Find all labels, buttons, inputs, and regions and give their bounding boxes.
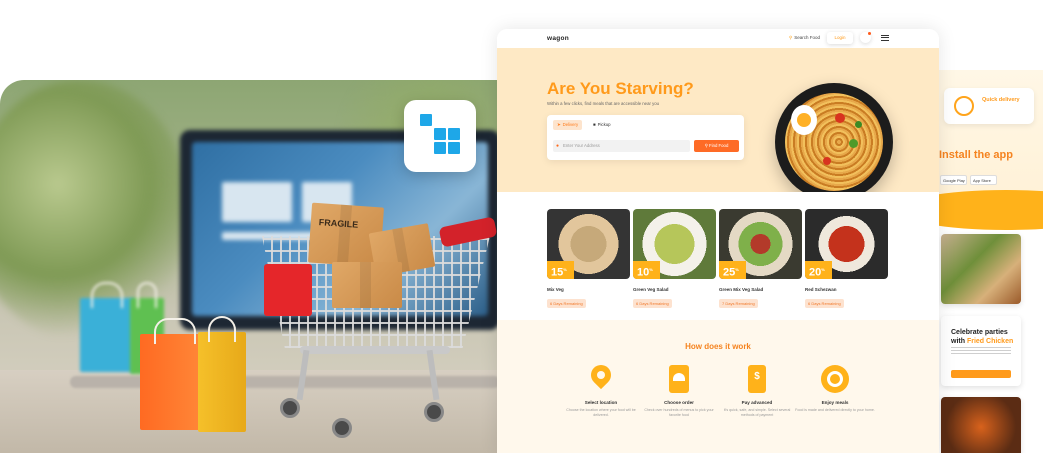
shopping-bag-blue (80, 282, 134, 372)
quick-delivery-badge: Quick delivery (944, 88, 1034, 124)
cart-wheel (280, 398, 300, 418)
shopping-bag-yellow (198, 316, 246, 432)
install-app-heading: Install the app (939, 149, 1013, 161)
celebrate-heading: Celebrate parties with Fried Chicken (951, 329, 1014, 345)
remaining-badge: 6 Days Remaining (633, 299, 672, 308)
dish-image (941, 397, 1021, 453)
delivery-icon: ➤ (557, 122, 561, 127)
remaining-badge: 7 Days Remaining (719, 299, 758, 308)
find-food-button[interactable]: ⚲ Find Food (694, 140, 739, 152)
step-choose-order: Choose order Check over hundreds of menu… (639, 365, 719, 418)
search-icon: ⚲ (789, 35, 793, 40)
deals-section: 15% Mix Veg 6 Days Remaining 10% Green V… (497, 192, 939, 320)
step-enjoy-meals: Enjoy meals Food is made and delivered d… (795, 365, 875, 413)
website-mockup: wagon ⚲ Search Food Login Are You Starvin… (497, 29, 939, 453)
remaining-badge: 6 Days Remaining (805, 299, 844, 308)
food-card[interactable]: 25% Green Mix Veg Salad 7 Days Remaining (719, 209, 802, 310)
app-logo-tile (404, 100, 476, 172)
brand-logo[interactable]: wagon (547, 35, 569, 42)
food-card[interactable]: 10% Green Veg Salad 6 Days Remaining (633, 209, 716, 310)
location-pin-icon (586, 360, 616, 393)
food-card[interactable]: 20% Red Schezwan 6 Days Remaining (805, 209, 888, 310)
menu-icon[interactable] (881, 35, 889, 41)
login-button[interactable]: Login (827, 32, 853, 44)
meal-icon (821, 365, 849, 393)
google-play-badge[interactable]: Google Play (940, 175, 967, 185)
discount-badge: 15% (547, 261, 574, 279)
fragile-label: FRAGILE (318, 217, 359, 230)
search-food-link[interactable]: ⚲ Search Food (789, 35, 820, 41)
discount-badge: 10% (633, 261, 660, 279)
order-icon (665, 365, 693, 393)
logo-square-icon (420, 114, 432, 126)
remaining-badge: 6 Days Remaining (547, 299, 586, 308)
cart-seat (264, 264, 312, 316)
payment-icon: $ (743, 365, 771, 393)
bag-icon: ■ (593, 122, 596, 127)
how-title: How does it work (685, 342, 751, 351)
location-pin-icon: ● (556, 143, 560, 149)
cart-wheel (424, 402, 444, 422)
discount-badge: 20% (805, 261, 832, 279)
hero-title: Are You Starving? (547, 79, 694, 98)
hero-section: Are You Starving? Within a few clicks, f… (497, 48, 939, 201)
food-card[interactable]: 15% Mix Veg 6 Days Remaining (547, 209, 630, 310)
cart-icon[interactable] (860, 32, 871, 43)
side-preview: Quick delivery Install the app Google Pl… (936, 70, 1043, 453)
sandwich-image (941, 234, 1021, 304)
discount-badge: 25% (719, 261, 746, 279)
clock-icon (954, 96, 974, 116)
order-now-button[interactable] (951, 370, 1011, 378)
app-store-badge[interactable]: App Store (970, 175, 997, 185)
hero-subtitle: Within a few clicks, find meals that are… (547, 101, 660, 106)
decorative-wave (936, 190, 1043, 230)
tab-pickup[interactable]: ■ Pickup (589, 120, 615, 130)
cart-wheel (332, 418, 352, 438)
step-pay-advanced: $ Pay advanced It's quick, safe, and sim… (717, 365, 797, 418)
noodle-bowl-image (775, 83, 893, 201)
how-it-works-section: How does it work Select location Choose … (497, 320, 939, 453)
tab-delivery[interactable]: ➤ Delivery (553, 120, 583, 130)
search-card: ➤ Delivery ■ Pickup ● Enter Your Address ⚲ … (547, 115, 744, 160)
top-nav: wagon ⚲ Search Food Login (497, 29, 939, 48)
package-box (332, 262, 402, 308)
showcase-stage: FRAGILE Quick delivery Install the app G… (0, 0, 1043, 453)
address-input[interactable]: ● Enter Your Address (553, 140, 690, 152)
step-select-location: Select location Choose the location wher… (561, 360, 641, 418)
